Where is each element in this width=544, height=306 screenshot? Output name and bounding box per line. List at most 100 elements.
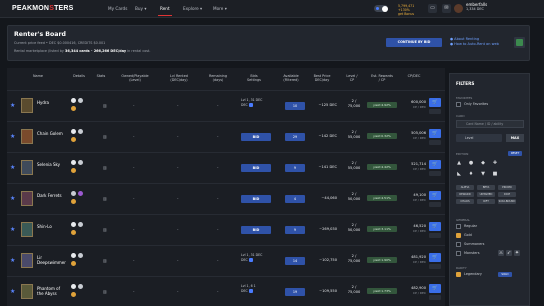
- favorite-star-icon[interactable]: ★: [10, 288, 15, 295]
- level-select[interactable]: Level: [456, 134, 502, 142]
- row-info-button[interactable]: [429, 202, 441, 207]
- card-thumbnail[interactable]: [21, 129, 33, 144]
- max-level-button[interactable]: MAX: [506, 134, 524, 142]
- summoners-checkbox[interactable]: [456, 242, 461, 247]
- bid-button[interactable]: BID: [241, 164, 271, 172]
- nav-more[interactable]: More ▾: [213, 6, 227, 11]
- nav-explore[interactable]: Explore ▾: [183, 6, 202, 11]
- element-water-icon[interactable]: ●: [468, 160, 474, 166]
- bid-settings[interactable]: Lvl 1, 31 DEC DEC: [241, 253, 279, 262]
- col-header-rented[interactable]: Lvl Rented (DEC/day): [162, 74, 196, 83]
- row-info-button[interactable]: [429, 264, 441, 269]
- card-name[interactable]: Lir Deepswimmer: [37, 255, 67, 265]
- card-name[interactable]: Hydra: [37, 100, 67, 105]
- element-death-icon[interactable]: ◣: [456, 171, 462, 177]
- element-life-icon[interactable]: ✚: [492, 160, 498, 166]
- wallet-icon[interactable]: ▭: [428, 4, 437, 13]
- bow-icon[interactable]: ➶: [506, 250, 512, 256]
- row-info-button[interactable]: [429, 233, 441, 238]
- notifications-icon[interactable]: ✉: [442, 4, 451, 13]
- sword-icon[interactable]: ⚔: [498, 250, 504, 256]
- col-header-level-cp[interactable]: Level / CP: [341, 74, 363, 83]
- available-count-button[interactable]: 14: [285, 257, 305, 265]
- edition-alpha[interactable]: ALPHA: [456, 185, 474, 190]
- cart-icon[interactable]: 🛒: [429, 253, 441, 262]
- stats-icon[interactable]: ▥: [103, 258, 107, 263]
- element-earth-icon[interactable]: ◆: [480, 160, 486, 166]
- bid-settings[interactable]: Lvl 1, 6 1 DEC: [241, 284, 279, 293]
- edition-dice[interactable]: DICE: [498, 192, 516, 197]
- card-thumbnail[interactable]: [21, 98, 33, 113]
- nav-rent[interactable]: Rent: [160, 6, 170, 11]
- nav-my-cards[interactable]: My Cards: [108, 6, 127, 11]
- card-thumbnail[interactable]: [21, 253, 33, 268]
- col-header-rewards[interactable]: Est. Rewards / CP: [365, 74, 399, 83]
- stats-icon[interactable]: ▥: [103, 227, 107, 232]
- only-favorites-checkbox[interactable]: [456, 102, 461, 107]
- bid-button[interactable]: BID: [241, 226, 271, 234]
- stats-icon[interactable]: ▥: [103, 196, 107, 201]
- regular-checkbox[interactable]: [456, 224, 461, 229]
- card-name[interactable]: Phantom of the Abyss: [37, 286, 67, 296]
- card-name[interactable]: Shin-Lo: [37, 224, 67, 229]
- card-name[interactable]: Chain Golem: [37, 131, 67, 136]
- card-thumbnail[interactable]: [21, 160, 33, 175]
- cart-icon[interactable]: 🛒: [429, 129, 441, 138]
- row-info-button[interactable]: [429, 295, 441, 300]
- cart-icon[interactable]: 🛒: [429, 284, 441, 293]
- card-name[interactable]: Selenia Sky: [37, 162, 67, 167]
- cart-icon[interactable]: 🛒: [429, 222, 441, 231]
- row-info-button[interactable]: [429, 171, 441, 176]
- gold-checkbox[interactable]: [456, 233, 461, 238]
- cart-icon[interactable]: 🛒: [429, 160, 441, 169]
- monsters-checkbox[interactable]: [456, 251, 461, 256]
- element-neutral-icon[interactable]: ▼: [480, 171, 486, 177]
- row-info-button[interactable]: [429, 140, 441, 145]
- cart-icon[interactable]: 🛒: [429, 191, 441, 200]
- col-header-available[interactable]: Available (Filtered): [277, 74, 305, 83]
- available-count-button[interactable]: 9: [285, 226, 305, 234]
- card-thumbnail[interactable]: [21, 222, 33, 237]
- bid-button[interactable]: BID: [241, 195, 271, 203]
- cart-icon[interactable]: 🛒: [429, 98, 441, 107]
- favorite-star-icon[interactable]: ★: [10, 102, 15, 109]
- stats-icon[interactable]: ▥: [103, 103, 107, 108]
- user-info[interactable]: emberfalls 1,334 DEC: [466, 3, 487, 12]
- favorite-star-icon[interactable]: ★: [10, 257, 15, 264]
- bid-settings[interactable]: Lvl 1, 31 DEC DEC: [241, 98, 279, 107]
- wand-icon[interactable]: ✦: [514, 250, 520, 256]
- promo-banner[interactable]: 5,799,471 +130% get Bonus: [398, 4, 414, 16]
- available-count-button[interactable]: 9: [285, 164, 305, 172]
- card-name[interactable]: Dark Ferrets: [37, 193, 67, 198]
- edition-rift[interactable]: RIFT: [477, 199, 495, 204]
- available-count-button[interactable]: 29: [285, 133, 305, 141]
- favorite-star-icon[interactable]: ★: [10, 164, 15, 171]
- element-fire-icon[interactable]: ▲: [456, 160, 462, 166]
- favorite-star-icon[interactable]: ★: [10, 226, 15, 233]
- auto-rent-link[interactable]: ● How to Auto-Rent on web: [450, 42, 499, 47]
- element-extra-icon[interactable]: ■: [492, 171, 498, 177]
- available-count-button[interactable]: 4: [285, 195, 305, 203]
- card-thumbnail[interactable]: [21, 284, 33, 299]
- favorite-star-icon[interactable]: ★: [10, 195, 15, 202]
- col-header-best-price[interactable]: Best Price DEC/day: [307, 74, 337, 83]
- stats-icon[interactable]: ▥: [103, 289, 107, 294]
- stats-icon[interactable]: ▥: [103, 134, 107, 139]
- edition-untamed[interactable]: UNTAMED: [477, 192, 495, 197]
- col-header-remaining[interactable]: Remaining (days): [203, 74, 233, 83]
- edition-beta[interactable]: BETA: [477, 185, 495, 190]
- available-count-button[interactable]: 19: [285, 288, 305, 296]
- peakmonsters-logo[interactable]: PEAKMONSTERS: [12, 5, 74, 12]
- available-count-button[interactable]: 10: [285, 102, 305, 110]
- col-header-name[interactable]: Name: [25, 74, 51, 78]
- edition-soulbound[interactable]: SOULBOUND: [498, 199, 516, 204]
- col-header-cp-dec[interactable]: CP/DEC: [401, 74, 427, 78]
- bid-button[interactable]: BID: [241, 133, 271, 141]
- edition-chaos[interactable]: CHAOS: [456, 199, 474, 204]
- row-info-button[interactable]: [429, 109, 441, 114]
- element-dragon-icon[interactable]: ♦: [468, 171, 474, 177]
- stats-icon[interactable]: ▥: [103, 165, 107, 170]
- legendary-checkbox[interactable]: [456, 272, 461, 277]
- edition-reward[interactable]: REWARD: [456, 192, 474, 197]
- avatar[interactable]: [454, 4, 463, 13]
